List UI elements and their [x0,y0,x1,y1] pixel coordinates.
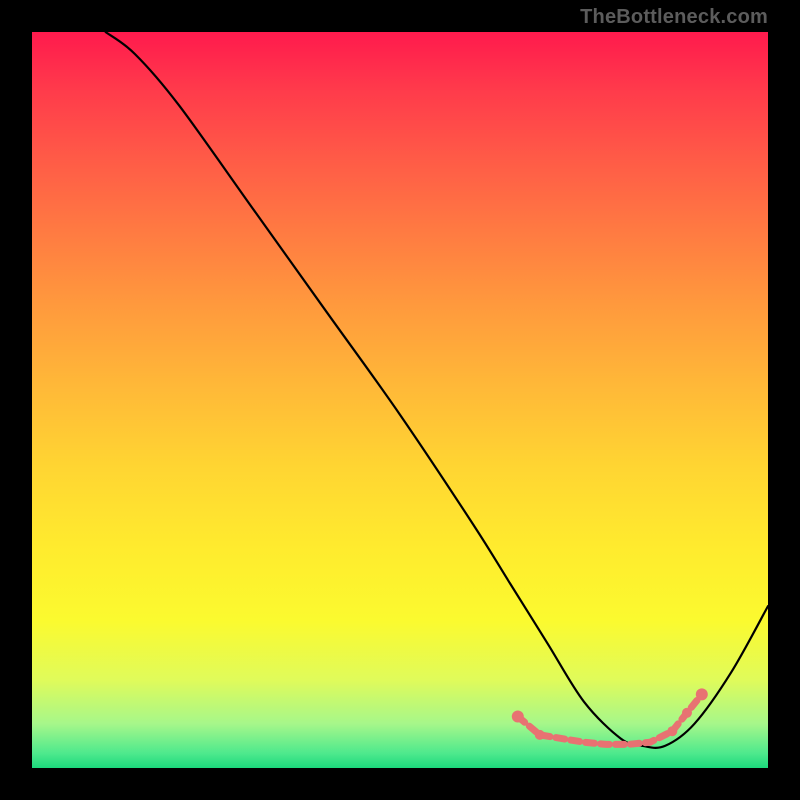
curve-svg [32,32,768,768]
plot-area [32,32,768,768]
highlighted-range [512,688,708,744]
marker-dot [667,726,677,736]
chart-container: TheBottleneck.com [0,0,800,800]
marker-dot [696,688,708,700]
bottleneck-curve [106,32,768,748]
marker-dot [512,711,524,723]
marker-dot [682,708,692,718]
attribution-text: TheBottleneck.com [580,6,768,29]
marker-dot [535,730,545,740]
marker-segment [518,694,702,744]
